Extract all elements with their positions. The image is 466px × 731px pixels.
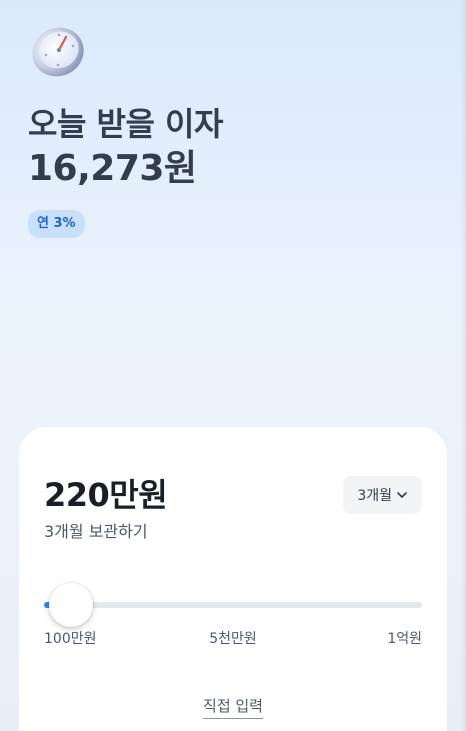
rate-badge: 연 3% xyxy=(28,210,85,238)
interest-summary: 오늘 받을 이자 16,273원 연 3% xyxy=(28,22,448,238)
direct-input-link[interactable]: 직접 입력 xyxy=(203,696,263,719)
slider-thumb[interactable] xyxy=(48,583,93,627)
chevron-down-icon xyxy=(397,492,407,498)
period-subtitle: 3개월 보관하기 xyxy=(44,522,148,541)
period-select-label: 3개월 xyxy=(357,488,392,504)
stopwatch-icon xyxy=(32,27,84,77)
deposit-amount: 220만원 xyxy=(44,476,168,514)
period-select-button[interactable]: 3개월 xyxy=(343,476,422,514)
interest-amount: 16,273원 xyxy=(28,148,197,189)
interest-headline: 오늘 받을 이자 xyxy=(28,105,223,143)
amount-slider[interactable] xyxy=(44,583,422,627)
scrollbar-edge xyxy=(460,0,466,731)
slider-track[interactable] xyxy=(44,602,422,608)
slider-max-label: 1억원 xyxy=(387,631,422,647)
direct-input-wrapper: 직접 입력 xyxy=(19,696,447,719)
deposit-card: 220만원 3개월 보관하기 3개월 100만원 5천만원 1억원 직접 입력 xyxy=(19,427,447,731)
slider-mid-label: 5천만원 xyxy=(209,631,257,647)
